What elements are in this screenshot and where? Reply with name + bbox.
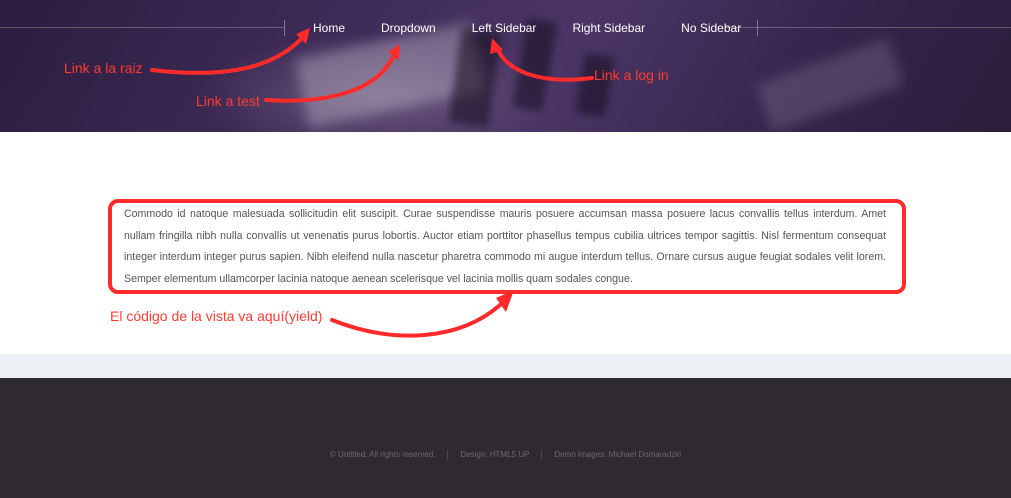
annotation-arrows	[150, 28, 594, 338]
arrow-to-dropdown	[264, 53, 396, 103]
arrow-to-left-sidebar	[496, 48, 594, 82]
arrow-to-main-box	[330, 303, 502, 338]
arrow-to-home	[150, 38, 302, 75]
